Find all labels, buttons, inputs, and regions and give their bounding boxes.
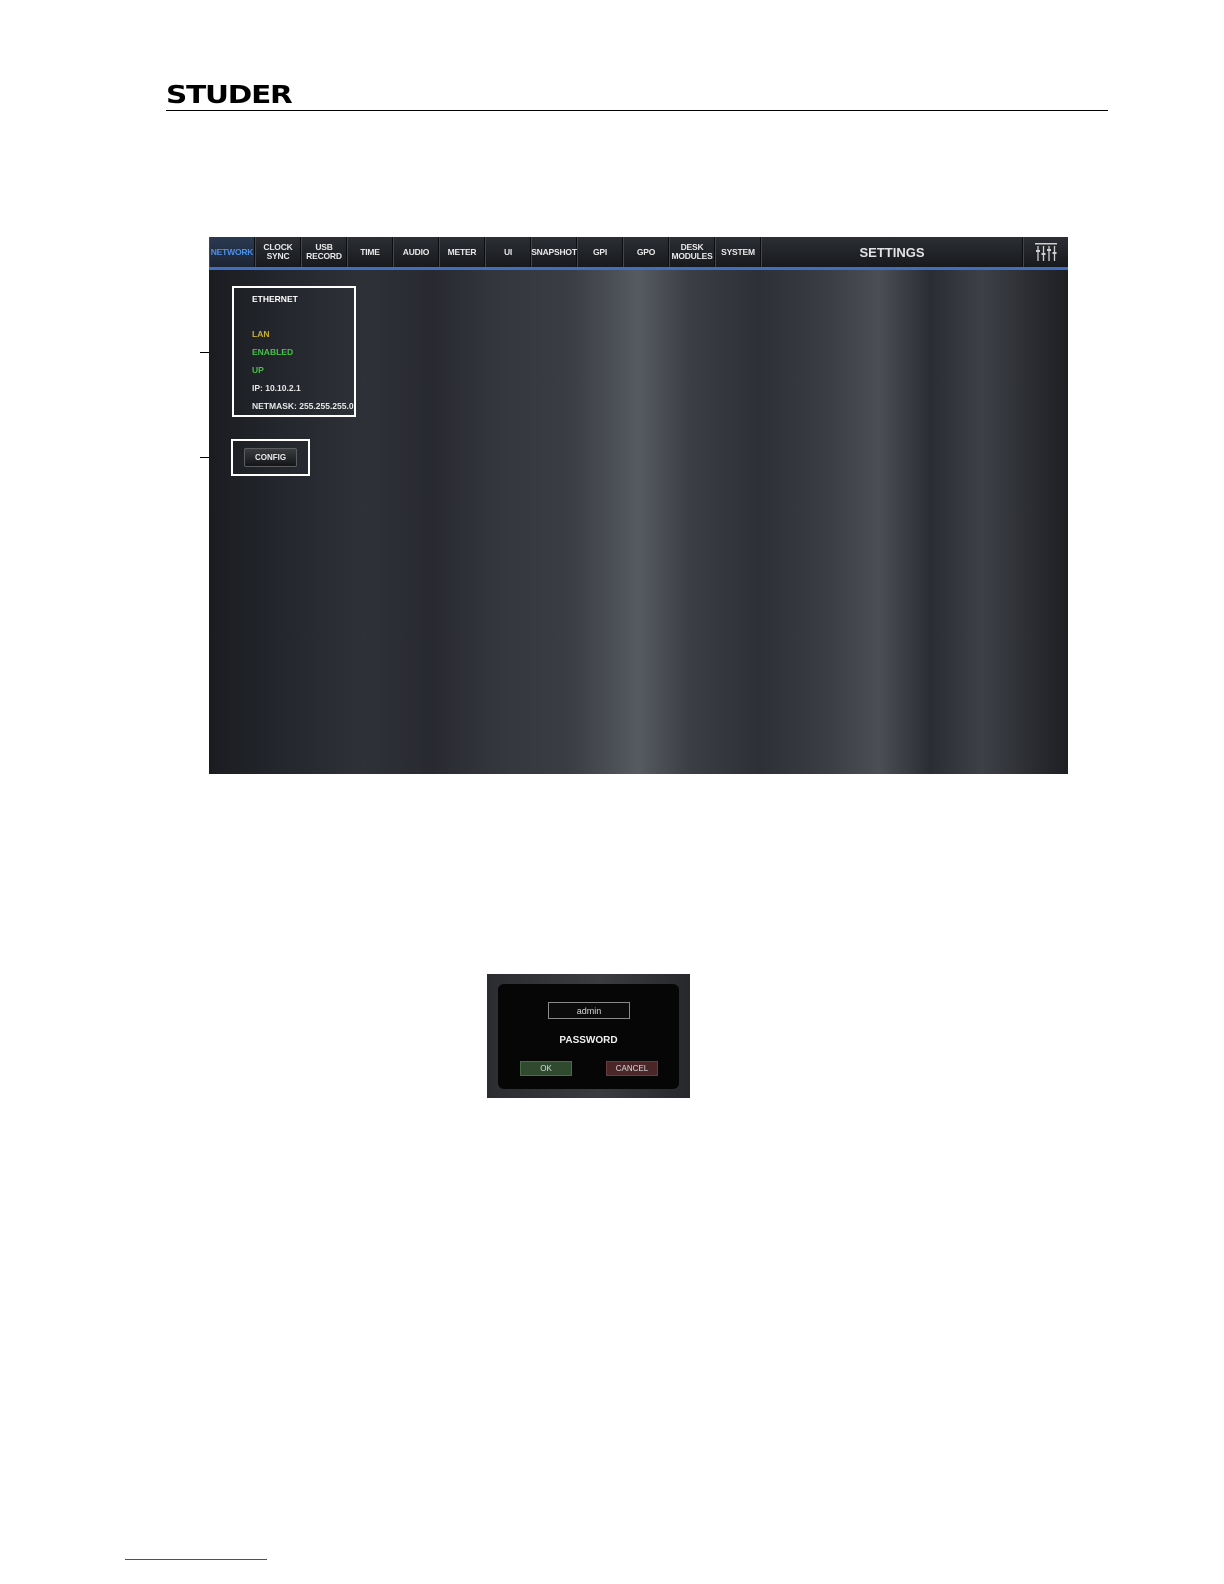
config-highlight: CONFIG bbox=[231, 439, 310, 476]
password-dialog-body: admin PASSWORD OK CANCEL bbox=[498, 984, 679, 1089]
ethernet-state: ENABLED bbox=[252, 347, 294, 357]
ethernet-title: ETHERNET bbox=[252, 294, 298, 304]
ethernet-status-panel: ETHERNET LAN ENABLED UP IP: 10.10.2.1 NE… bbox=[232, 286, 356, 417]
tab-gpi[interactable]: GPI bbox=[577, 237, 623, 267]
tab-usb-record[interactable]: USB RECORD bbox=[301, 237, 347, 267]
password-dialog: admin PASSWORD OK CANCEL bbox=[487, 974, 690, 1098]
tab-audio[interactable]: AUDIO bbox=[393, 237, 439, 267]
settings-tabbar: NETWORK CLOCK SYNC USB RECORD TIME AUDIO… bbox=[209, 237, 1068, 270]
config-button[interactable]: CONFIG bbox=[244, 448, 297, 467]
mixer-faders-icon bbox=[1035, 243, 1057, 261]
page-title: SETTINGS bbox=[761, 237, 1023, 267]
callout-line-config bbox=[200, 457, 209, 458]
tab-system[interactable]: SYSTEM bbox=[715, 237, 761, 267]
footer-rule bbox=[125, 1559, 267, 1560]
settings-screen: NETWORK CLOCK SYNC USB RECORD TIME AUDIO… bbox=[209, 237, 1068, 774]
header-rule bbox=[166, 110, 1108, 111]
ok-button[interactable]: OK bbox=[520, 1061, 572, 1076]
tab-clock-sync[interactable]: CLOCK SYNC bbox=[255, 237, 301, 267]
ethernet-ip: IP: 10.10.2.1 bbox=[252, 383, 301, 393]
tab-ui[interactable]: UI bbox=[485, 237, 531, 267]
tab-network[interactable]: NETWORK bbox=[209, 237, 255, 267]
password-label: PASSWORD bbox=[559, 1035, 618, 1046]
tab-desk-modules[interactable]: DESK MODULES bbox=[669, 237, 715, 267]
tab-gpo[interactable]: GPO bbox=[623, 237, 669, 267]
mixer-view-button[interactable] bbox=[1023, 237, 1068, 267]
tab-time[interactable]: TIME bbox=[347, 237, 393, 267]
password-input[interactable]: admin bbox=[548, 1002, 630, 1019]
tab-snapshot[interactable]: SNAPSHOT bbox=[531, 237, 577, 267]
studer-logo: STUDER bbox=[166, 80, 293, 109]
callout-line-ethernet bbox=[200, 352, 209, 353]
ethernet-interface: LAN bbox=[252, 329, 270, 339]
tab-meter[interactable]: METER bbox=[439, 237, 485, 267]
ethernet-netmask: NETMASK: 255.255.255.0 bbox=[252, 401, 354, 411]
ethernet-link: UP bbox=[252, 365, 264, 375]
cancel-button[interactable]: CANCEL bbox=[606, 1061, 658, 1076]
